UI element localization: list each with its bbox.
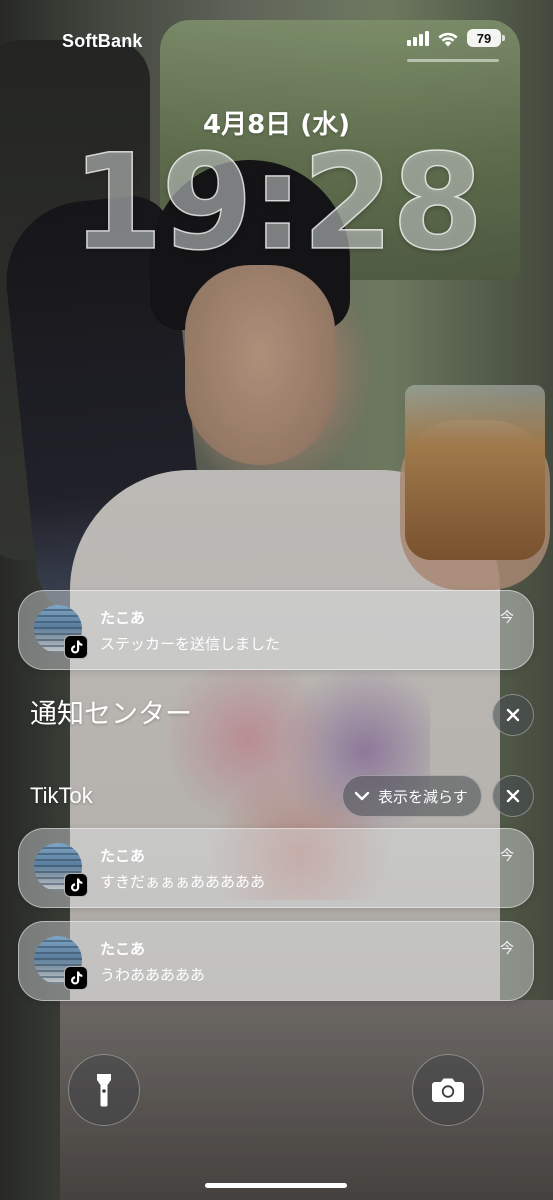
show-less-label: 表示を減らす [378, 787, 468, 806]
lock-screen-time: 19:28 [71, 126, 485, 280]
notification-time: 今 [500, 610, 514, 626]
tiktok-icon [64, 966, 88, 990]
chevron-down-icon [354, 791, 370, 801]
notification-card[interactable]: たこあ すきだぁぁぁあああああ 今 [18, 828, 534, 908]
notification-card[interactable]: たこあ ステッカーを送信しました 今 [18, 590, 534, 670]
notification-group-title: TikTok [30, 783, 93, 808]
battery-icon: 79 [467, 29, 505, 47]
notification-avatar [34, 936, 88, 990]
camera-icon [432, 1078, 464, 1102]
flashlight-icon [97, 1074, 111, 1107]
flashlight-button[interactable] [68, 1054, 140, 1126]
notification-avatar [34, 843, 88, 897]
wifi-icon [437, 30, 459, 47]
status-bar: SoftBank 79 [0, 0, 553, 70]
control-center-indicator[interactable] [407, 59, 499, 62]
carrier-name: SoftBank [62, 31, 143, 51]
notification-time: 今 [500, 941, 514, 957]
notification-sender: たこあ [100, 609, 146, 627]
close-icon [506, 789, 520, 803]
home-indicator[interactable] [205, 1183, 347, 1188]
tiktok-icon [64, 635, 88, 659]
clear-all-button[interactable] [492, 694, 534, 736]
notification-message: うわあああああ [100, 966, 206, 984]
battery-level: 79 [476, 30, 492, 46]
cellular-signal-icon [407, 30, 429, 46]
camera-button[interactable] [412, 1054, 484, 1126]
status-icons: 79 [407, 29, 505, 47]
notification-message: すきだぁぁぁあああああ [100, 873, 266, 891]
notification-sender: たこあ [100, 940, 146, 958]
notification-avatar [34, 605, 88, 659]
show-less-button[interactable]: 表示を減らす [342, 775, 482, 817]
notification-center-title: 通知センター [30, 699, 192, 730]
clear-group-button[interactable] [492, 775, 534, 817]
notification-card[interactable]: たこあ うわあああああ 今 [18, 921, 534, 1001]
notification-message: ステッカーを送信しました [100, 635, 281, 653]
notification-sender: たこあ [100, 847, 146, 865]
tiktok-icon [64, 873, 88, 897]
notification-time: 今 [500, 848, 514, 864]
close-icon [506, 708, 520, 722]
